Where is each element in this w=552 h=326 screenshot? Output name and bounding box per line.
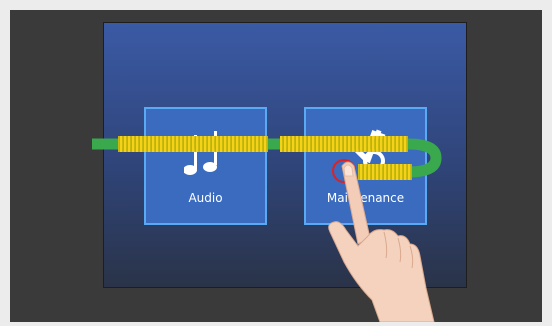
swipe-gesture-path bbox=[92, 136, 442, 180]
pointing-hand-icon bbox=[322, 158, 442, 326]
